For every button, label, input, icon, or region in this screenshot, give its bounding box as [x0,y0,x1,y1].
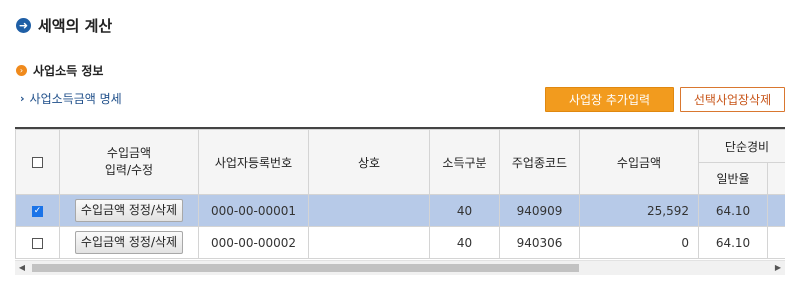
industry-code-cell: 940909 [499,194,580,227]
trade-name-cell [308,194,430,227]
business-income-grid: 수입금액 입력/수정 사업자등록번호 상호 소득구분 주업종코드 수입금액 단순… [15,127,785,277]
row-checkbox-cell [15,226,60,259]
row-checkbox[interactable]: ✓ [32,205,43,217]
extra-cell [766,194,785,227]
header-simple-expense-rate: 단순경비 [697,129,785,163]
scroll-left-icon[interactable]: ◀ [15,261,29,275]
extra-cell [766,226,785,259]
general-rate-cell: 64.10 [698,226,768,259]
header-business-reg-no: 사업자등록번호 [198,129,309,195]
business-reg-no-cell: 000-00-00002 [198,226,309,259]
section-title: › 사업소득 정보 [16,61,103,79]
income-type-cell: 40 [429,194,500,227]
header-amount-input: 수입금액 입력/수정 [59,129,199,195]
row-checkbox-cell: ✓ [15,194,60,227]
add-business-button[interactable]: 사업장 추가입력 [545,87,674,112]
trade-name-cell [308,226,430,259]
revenue-cell: 0 [579,226,699,259]
orange-bullet-icon: › [16,64,27,76]
general-rate-cell: 64.10 [698,194,768,227]
edit-revenue-button[interactable]: 수입금액 정정/삭제 [74,199,184,222]
business-income-table: 수입금액 입력/수정 사업자등록번호 상호 소득구분 주업종코드 수입금액 단순… [15,129,785,259]
arrow-circle-icon: ➜ [16,17,31,33]
header-main-industry-code: 주업종코드 [499,129,580,195]
business-income-detail-link[interactable]: › 사업소득금액 명세 [20,90,122,107]
table-row[interactable]: ✓ 수입금액 정정/삭제 000-00-00001 40 940909 25,5… [15,194,785,227]
edit-cell: 수입금액 정정/삭제 [59,194,199,227]
page-title: ➜ 세액의 계산 [16,14,112,36]
page-title-text: 세액의 계산 [38,16,113,35]
header-income-type: 소득구분 [429,129,500,195]
revenue-cell: 25,592 [579,194,699,227]
business-reg-no-cell: 000-00-00001 [198,194,309,227]
header-extra [766,162,785,195]
table-row[interactable]: 수입금액 정정/삭제 000-00-00002 40 940306 0 64.1… [15,226,785,259]
select-all-checkbox[interactable] [32,157,43,168]
header-general-rate: 일반율 [698,162,768,195]
chevron-right-icon: › [20,92,25,105]
select-all-header [15,129,60,195]
scrollbar-thumb[interactable] [32,264,579,272]
income-type-cell: 40 [429,226,500,259]
business-income-detail-label: 사업소득금액 명세 [29,92,122,106]
edit-revenue-button[interactable]: 수입금액 정정/삭제 [74,231,184,254]
delete-selected-business-button[interactable]: 선택사업장삭제 [680,87,785,112]
header-amount-input-line1: 수입금액 [106,146,152,160]
row-checkbox[interactable] [32,237,43,249]
header-amount-input-line2: 입력/수정 [104,163,154,177]
header-trade-name: 상호 [308,129,430,195]
section-title-text: 사업소득 정보 [33,63,104,78]
edit-cell: 수입금액 정정/삭제 [59,226,199,259]
scroll-right-icon[interactable]: ▶ [771,261,785,275]
header-revenue: 수입금액 [579,129,699,195]
horizontal-scrollbar[interactable]: ◀ ▶ [15,260,785,275]
industry-code-cell: 940306 [499,226,580,259]
